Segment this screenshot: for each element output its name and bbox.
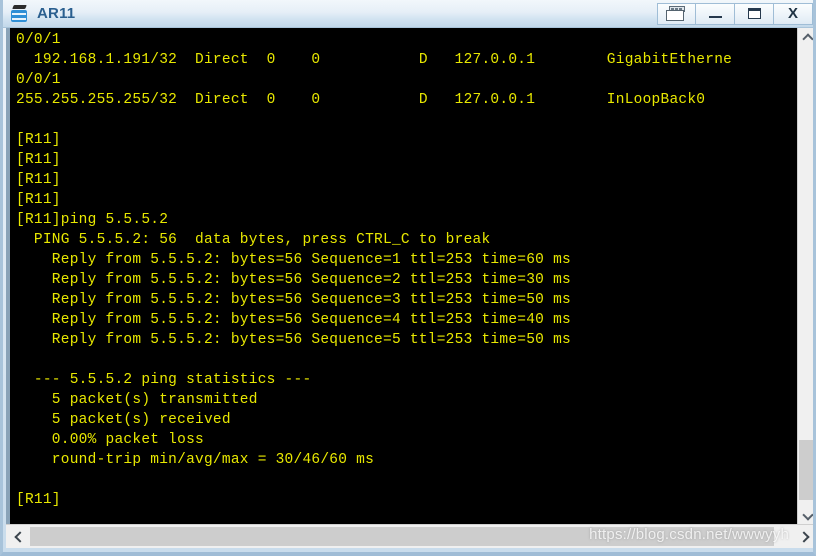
terminal-line: Reply from 5.5.5.2: bytes=56 Sequence=2 … <box>16 272 571 288</box>
title-bar[interactable]: AR11 X <box>3 0 813 28</box>
scroll-left-button[interactable] <box>8 526 28 547</box>
terminal-line: 5 packet(s) transmitted <box>16 392 258 408</box>
terminal-line: PING 5.5.5.2: 56 data bytes, press CTRL_… <box>16 232 491 248</box>
terminal-line: Reply from 5.5.5.2: bytes=56 Sequence=5 … <box>16 332 571 348</box>
terminal-line: --- 5.5.5.2 ping statistics --- <box>16 372 312 388</box>
scroll-right-button[interactable] <box>794 526 813 547</box>
terminal-line: [R11] <box>16 172 61 188</box>
terminal-line: Reply from 5.5.5.2: bytes=56 Sequence=1 … <box>16 252 571 268</box>
restore-group-icon <box>665 5 688 22</box>
terminal-line: 5 packet(s) received <box>16 412 231 428</box>
close-icon: X <box>787 5 798 22</box>
terminal-line: 0/0/1 <box>16 72 61 88</box>
window-group-button[interactable] <box>657 2 696 25</box>
terminal-line: [R11] <box>16 132 61 148</box>
terminal-line: Reply from 5.5.5.2: bytes=56 Sequence=4 … <box>16 312 571 328</box>
terminal-line: [R11] <box>16 152 61 168</box>
chevron-right-icon <box>800 532 809 541</box>
terminal-line: 0/0/1 <box>16 32 61 48</box>
scroll-up-button[interactable] <box>798 28 813 46</box>
router-cli-window: AR11 X 0/0/1 192.168.1.191/32 Direct 0 0… <box>0 0 816 556</box>
terminal-line-list: 0/0/1 192.168.1.191/32 Direct 0 0 D 127.… <box>16 30 797 510</box>
terminal-area: 0/0/1 192.168.1.191/32 Direct 0 0 D 127.… <box>6 28 813 524</box>
window-controls: X <box>657 2 813 26</box>
minimize-button[interactable] <box>696 2 735 25</box>
maximize-button[interactable] <box>735 2 774 25</box>
horizontal-scroll-thumb[interactable] <box>30 527 774 546</box>
vertical-scrollbar[interactable] <box>797 28 813 524</box>
terminal-line: 255.255.255.255/32 Direct 0 0 D 127.0.0.… <box>16 92 706 108</box>
terminal-line: [R11] <box>16 492 61 508</box>
horizontal-scrollbar[interactable] <box>6 524 813 548</box>
terminal-line: Reply from 5.5.5.2: bytes=56 Sequence=3 … <box>16 292 571 308</box>
terminal-line: [R11] <box>16 192 61 208</box>
terminal-line: 0.00% packet loss <box>16 432 204 448</box>
close-button[interactable]: X <box>774 2 813 25</box>
chevron-up-icon <box>803 33 812 42</box>
vertical-scroll-thumb[interactable] <box>799 440 813 500</box>
maximize-icon <box>747 8 761 19</box>
scroll-down-button[interactable] <box>798 506 813 524</box>
minimize-icon <box>708 16 722 18</box>
window-title: AR11 <box>37 5 76 22</box>
chevron-down-icon <box>803 511 812 520</box>
terminal-output[interactable]: 0/0/1 192.168.1.191/32 Direct 0 0 D 127.… <box>6 28 797 524</box>
terminal-line: round-trip min/avg/max = 30/46/60 ms <box>16 452 375 468</box>
chevron-left-icon <box>14 532 23 541</box>
router-icon <box>9 3 31 25</box>
terminal-line: 192.168.1.191/32 Direct 0 0 D 127.0.0.1 … <box>16 52 733 68</box>
terminal-line: [R11]ping 5.5.5.2 <box>16 212 169 228</box>
